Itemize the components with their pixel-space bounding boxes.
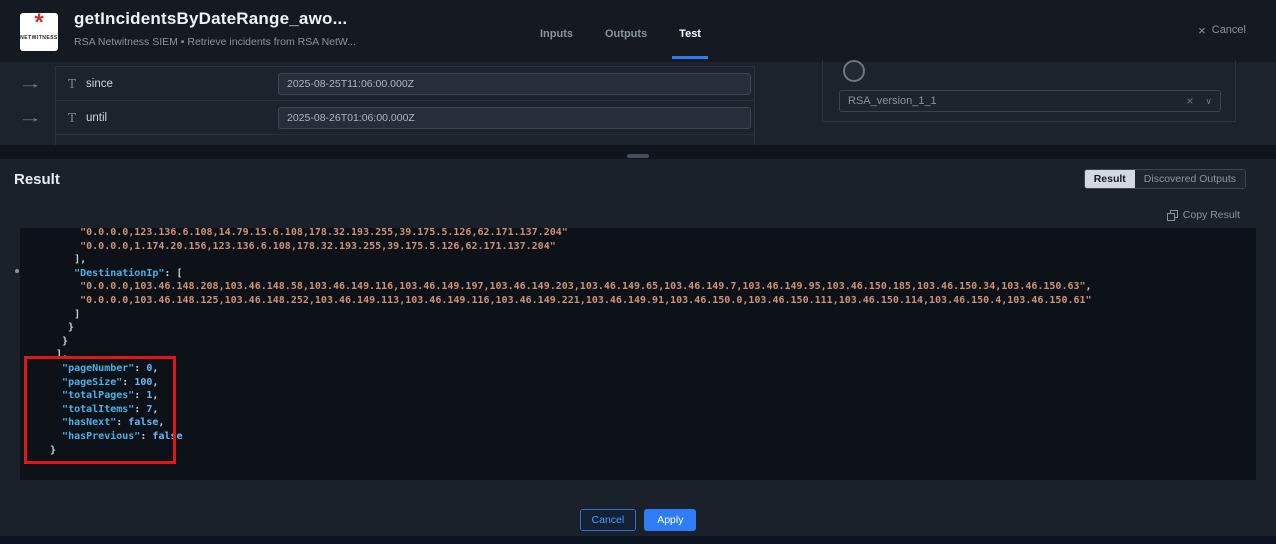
page-subtitle: RSA Netwitness SIEM • Retrieve incidents… (74, 36, 356, 48)
result-code[interactable]: "0.0.0.0,123.136.6.108,14.79.15.6.108,17… (20, 228, 1256, 480)
connection-icon (843, 60, 865, 82)
netwitness-asterisk-icon: * (20, 13, 58, 30)
drag-handle[interactable] (627, 154, 649, 158)
close-icon: × (1198, 25, 1206, 36)
chevron-down-icon[interactable]: ∨ (1205, 96, 1212, 107)
version-select[interactable]: RSA_version_1_1 × ∨ (839, 90, 1221, 112)
code-line: "pageSize": 100, (50, 377, 1246, 391)
cancel-button[interactable]: Cancel (580, 509, 637, 531)
code-line: "0.0.0.0,103.46.148.125,103.46.148.252,1… (50, 295, 1246, 309)
code-line: "hasNext": false, (50, 417, 1246, 431)
clear-icon[interactable]: × (1186, 94, 1193, 108)
page-title: getIncidentsByDateRange_awo... (74, 9, 356, 29)
bottom-strip (0, 536, 1276, 544)
param-row-until: T until (56, 101, 754, 135)
code-line: ], (50, 349, 1246, 363)
code-line: "pageNumber": 0, (50, 363, 1246, 377)
code-line: "0.0.0.0,103.46.148.208,103.46.148.58,10… (50, 281, 1246, 295)
code-line: } (50, 336, 1246, 350)
result-title: Result (14, 171, 60, 188)
code-line: ] (50, 309, 1246, 323)
result-section: Result Result Discovered Outputs Copy Re… (0, 159, 1276, 536)
footer-actions: Cancel Apply (0, 509, 1276, 531)
until-input[interactable] (278, 107, 751, 129)
copy-result-label: Copy Result (1183, 209, 1240, 221)
result-view-toggle: Result Discovered Outputs (1084, 169, 1246, 189)
netwitness-logo: * NETWITNESS (20, 13, 58, 51)
section-divider (0, 145, 1276, 159)
toggle-result[interactable]: Result (1085, 170, 1135, 188)
version-select-value: RSA_version_1_1 (848, 95, 1186, 107)
param-panel: T since T until (55, 66, 755, 145)
mapping-arrow-icon: → (18, 110, 43, 125)
cancel-button-header[interactable]: × Cancel (1198, 24, 1246, 36)
text-type-icon: T (68, 77, 76, 91)
param-label-since: since (86, 78, 113, 90)
code-line: "hasPrevious": false (50, 431, 1246, 445)
text-type-icon: T (68, 111, 76, 125)
code-line: "0.0.0.0,1.174.20.156,123.136.6.108,178.… (50, 241, 1246, 255)
code-line: } (50, 322, 1246, 336)
tab-outputs[interactable]: Outputs (605, 28, 647, 40)
mapping-arrow-icon: → (18, 76, 43, 91)
code-line: "0.0.0.0,123.136.6.108,14.79.15.6.108,17… (50, 228, 1246, 241)
toggle-discovered-outputs[interactable]: Discovered Outputs (1135, 170, 1245, 188)
marker-dot (15, 269, 19, 273)
code-line: "DestinationIp": [ (50, 268, 1246, 282)
code-line: "totalPages": 1, (50, 390, 1246, 404)
tab-test[interactable]: Test (679, 28, 701, 40)
copy-icon (1167, 210, 1178, 221)
param-label-until: until (86, 112, 107, 124)
tab-inputs[interactable]: Inputs (540, 28, 573, 40)
param-row-since: T since (56, 67, 754, 101)
code-line: } (50, 445, 1246, 459)
header: * NETWITNESS getIncidentsByDateRange_awo… (0, 0, 1276, 62)
logo-brand: NETWITNESS (20, 35, 58, 41)
workflow-test-dialog: * NETWITNESS getIncidentsByDateRange_awo… (0, 0, 1276, 544)
cancel-header-label: Cancel (1212, 24, 1246, 36)
since-input[interactable] (278, 73, 751, 95)
params-section: → → T since T until RSA_version_1_1 × ∨ (0, 62, 1276, 145)
code-line: "totalItems": 7, (50, 404, 1246, 418)
apply-button[interactable]: Apply (644, 509, 696, 531)
connection-panel: RSA_version_1_1 × ∨ (822, 60, 1236, 122)
title-block: getIncidentsByDateRange_awo... RSA Netwi… (74, 9, 356, 48)
header-tabs: Inputs Outputs Test (540, 28, 701, 40)
code-line: ], (50, 254, 1246, 268)
copy-result-button[interactable]: Copy Result (1167, 209, 1240, 221)
param-row-partial (56, 135, 754, 145)
